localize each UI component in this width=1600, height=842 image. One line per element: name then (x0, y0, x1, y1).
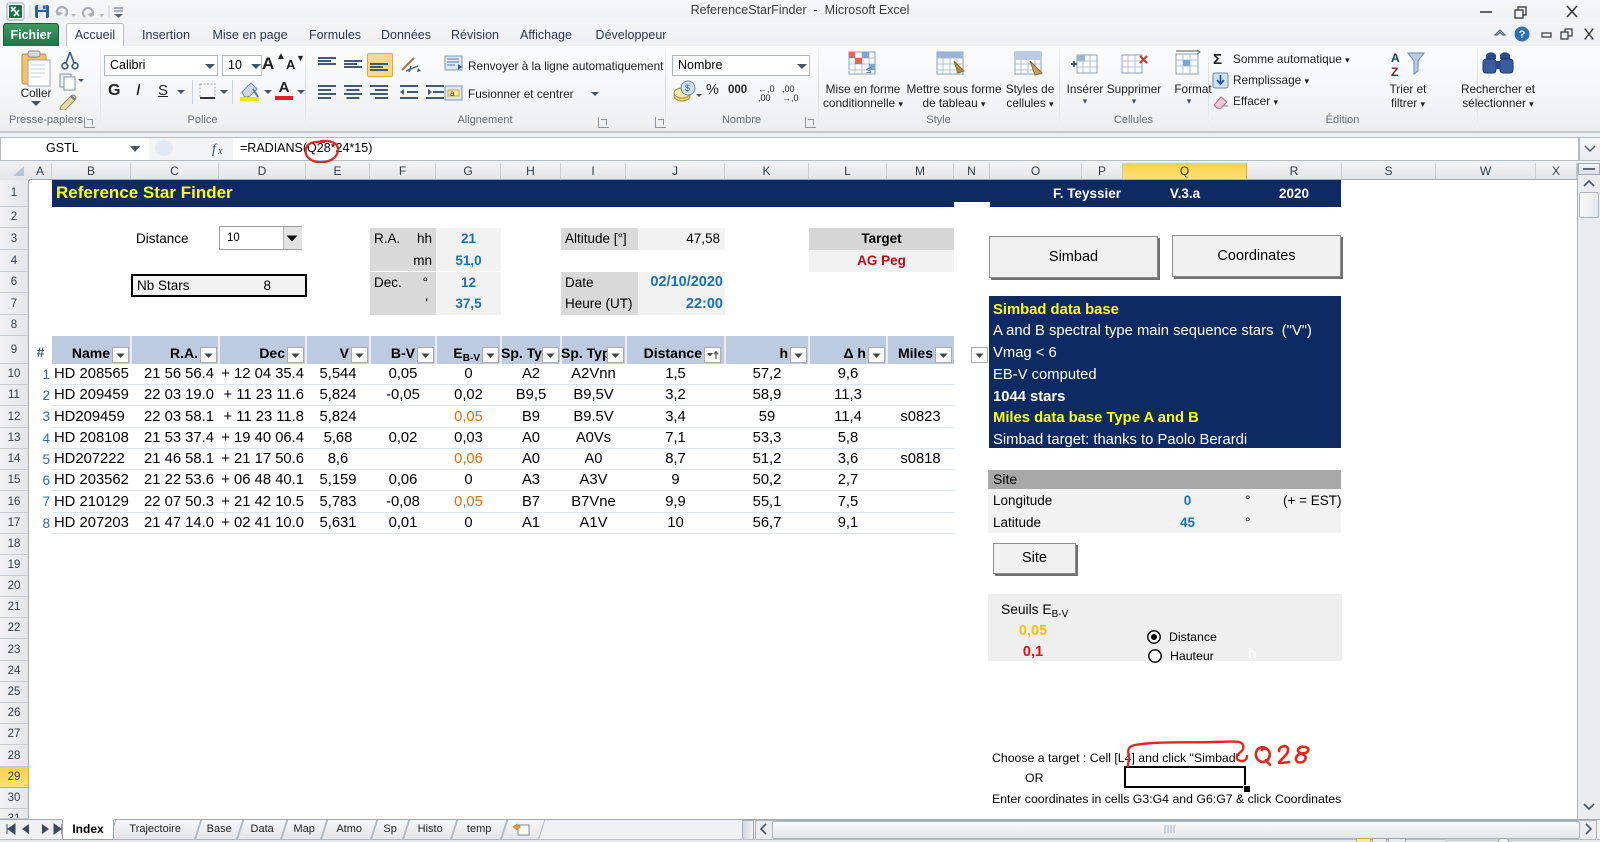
svg-text:x: x (217, 146, 223, 157)
svg-text:,00: ,00 (758, 93, 771, 102)
svg-text:A: A (1391, 51, 1400, 65)
svg-text:?: ? (1519, 29, 1526, 41)
svg-text:Z: Z (1391, 65, 1398, 79)
svg-text:→,0: →,0 (782, 93, 799, 102)
svg-text:a: a (450, 89, 455, 98)
svg-text:$: $ (685, 83, 690, 93)
svg-text:≤: ≤ (866, 65, 872, 76)
